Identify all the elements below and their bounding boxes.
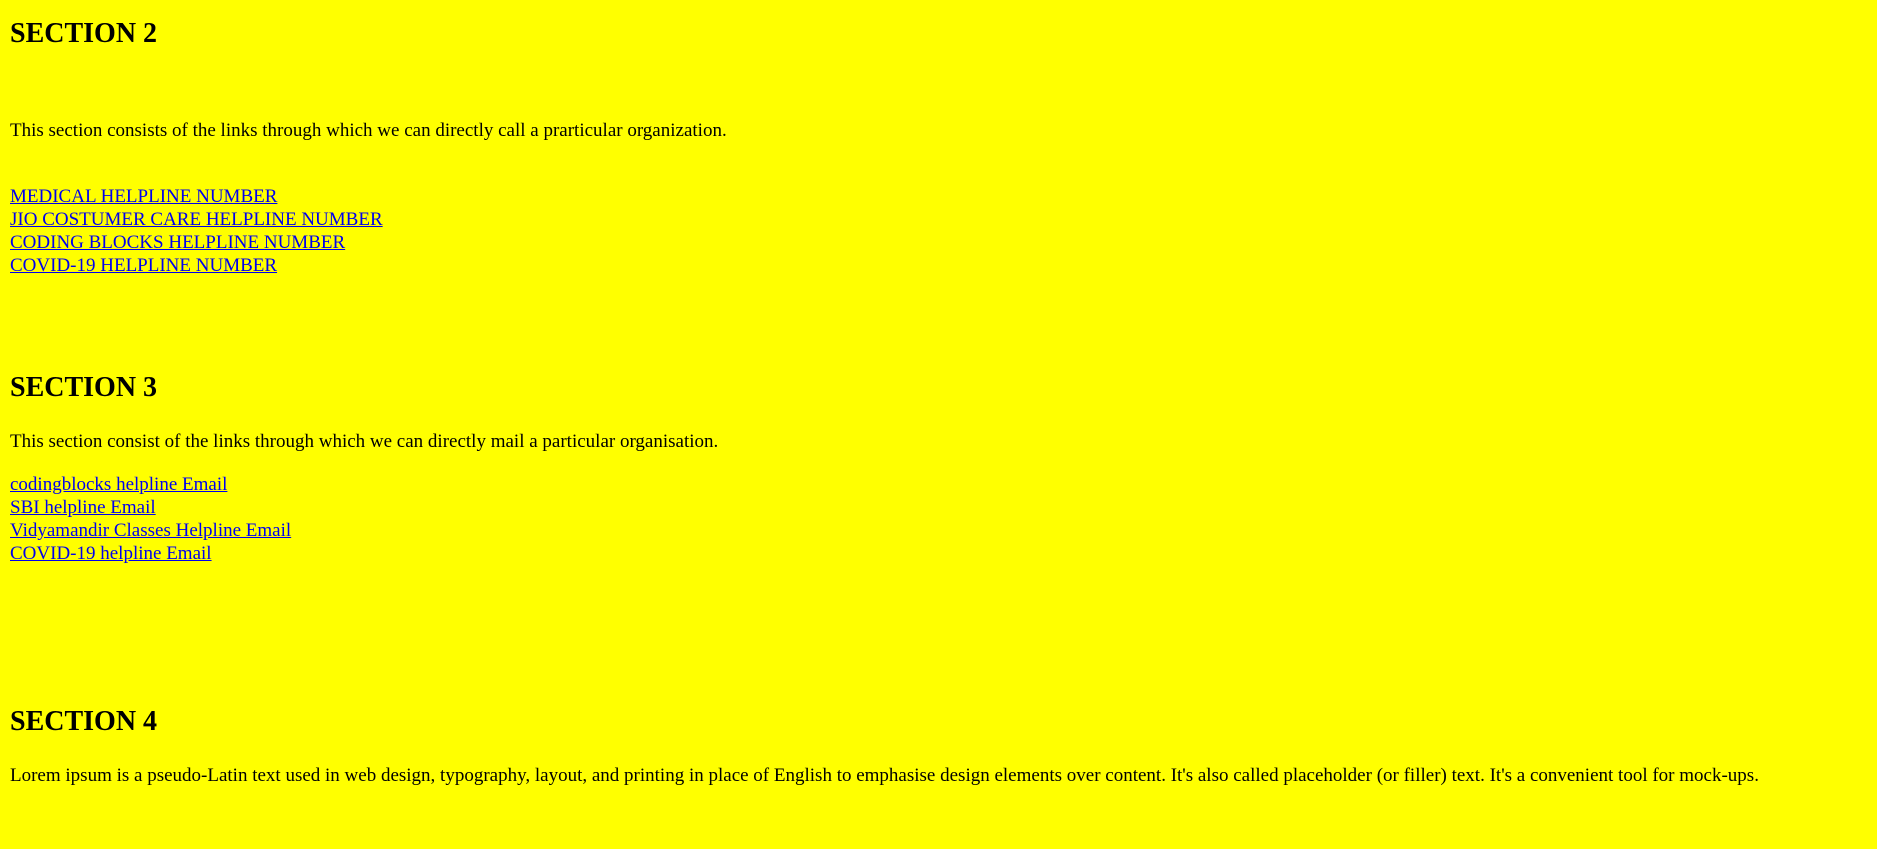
sbi-email-link[interactable]: SBI helpline Email xyxy=(10,496,291,519)
section-2-description: This section consists of the links throu… xyxy=(10,120,727,141)
section-4-description: Lorem ipsum is a pseudo-Latin text used … xyxy=(10,765,1759,786)
section-4-heading: SECTION 4 xyxy=(10,706,158,737)
vidyamandir-email-link[interactable]: Vidyamandir Classes Helpline Email xyxy=(10,519,291,542)
covid-19-helpline-link[interactable]: COVID-19 HELPLINE NUMBER xyxy=(10,254,383,277)
medical-helpline-link[interactable]: MEDICAL HELPLINE NUMBER xyxy=(10,185,383,208)
section-2-link-list: MEDICAL HELPLINE NUMBER JIO COSTUMER CAR… xyxy=(10,185,383,277)
section-3-link-list: codingblocks helpline Email SBI helpline… xyxy=(10,473,291,565)
section-2-heading: SECTION 2 xyxy=(10,18,158,49)
codingblocks-email-link[interactable]: codingblocks helpline Email xyxy=(10,473,291,496)
section-3-description: This section consist of the links throug… xyxy=(10,431,719,452)
coding-blocks-helpline-link[interactable]: CODING BLOCKS HELPLINE NUMBER xyxy=(10,231,383,254)
jio-helpline-link[interactable]: JIO COSTUMER CARE HELPLINE NUMBER xyxy=(10,208,383,231)
covid-19-email-link[interactable]: COVID-19 helpline Email xyxy=(10,542,291,565)
section-3-heading: SECTION 3 xyxy=(10,372,158,403)
